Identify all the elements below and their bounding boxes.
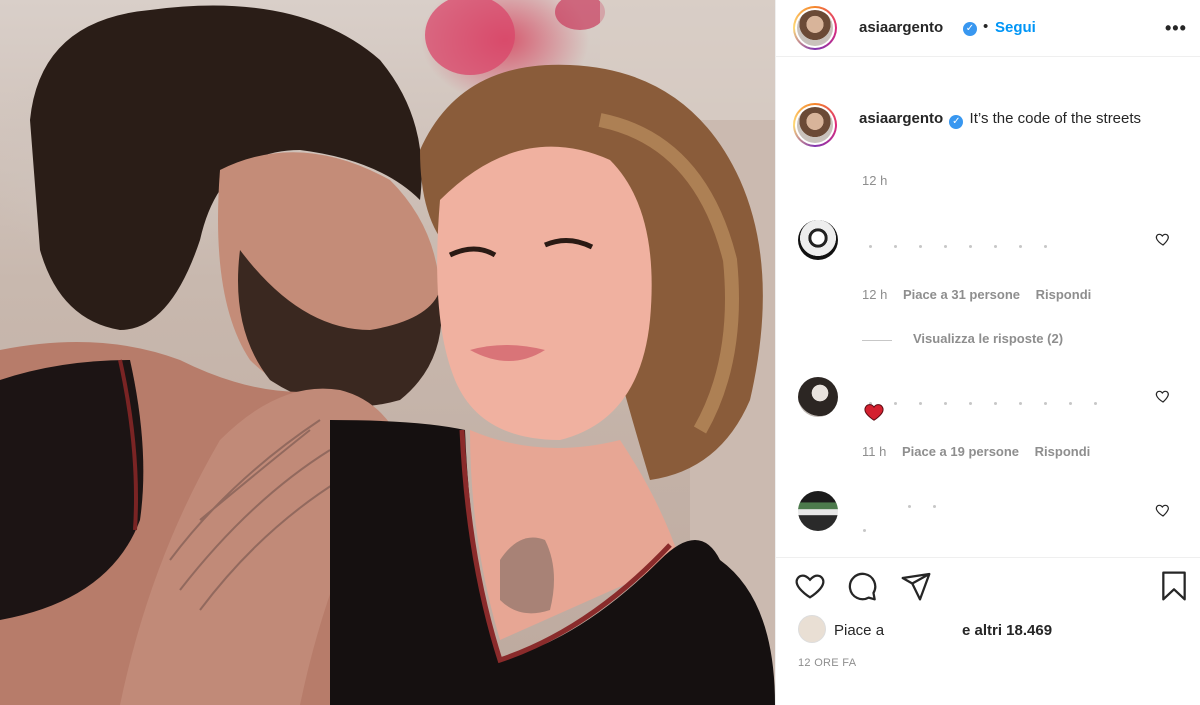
- reply-button[interactable]: Rispondi: [1036, 287, 1092, 302]
- comment-like-heart-icon[interactable]: [1155, 502, 1171, 518]
- caption-username[interactable]: asiaargento: [859, 110, 943, 127]
- photo-illustration: [0, 0, 775, 705]
- comment-text-hidden: [908, 495, 958, 508]
- comment-likes[interactable]: Piace a 31 persone: [903, 287, 1020, 302]
- comment-text-hidden: [863, 519, 888, 532]
- replies-divider: [862, 340, 892, 341]
- author-username[interactable]: asiaargento: [859, 19, 943, 36]
- comment-text-hidden: [869, 392, 1119, 405]
- comment-icon[interactable]: [846, 570, 878, 602]
- author-avatar[interactable]: [793, 6, 837, 50]
- post-sidebar: asiaargento ✓ • Segui ••• asiaargento ✓ …: [775, 0, 1200, 705]
- liked-count[interactable]: e altri 18.469: [962, 622, 1052, 639]
- post-photo[interactable]: [0, 0, 775, 705]
- comment-avatar[interactable]: [798, 220, 838, 260]
- share-icon[interactable]: [900, 570, 932, 602]
- caption: asiaargento ✓ It’s the code of the stree…: [859, 108, 1159, 130]
- header-separator: •: [983, 18, 989, 35]
- view-replies-button[interactable]: Visualizza le risposte (2): [913, 331, 1063, 346]
- caption-avatar[interactable]: [793, 103, 837, 147]
- comment-avatar[interactable]: [798, 377, 838, 417]
- post-actions: Piace a e altri 18.469 12 ORE FA: [776, 557, 1200, 705]
- comment-text-hidden: [869, 235, 1069, 248]
- verified-icon: ✓: [963, 22, 977, 36]
- heart-icon[interactable]: [794, 570, 826, 602]
- verified-icon: ✓: [949, 115, 964, 129]
- reply-button[interactable]: Rispondi: [1035, 444, 1091, 459]
- follow-button[interactable]: Segui: [995, 19, 1036, 36]
- liked-prefix: Piace a: [834, 622, 885, 639]
- comment-likes[interactable]: Piace a 19 persone: [902, 444, 1019, 459]
- comment-meta: 12 h Piace a 31 persone Rispondi: [862, 287, 1091, 302]
- more-icon[interactable]: •••: [1165, 18, 1187, 39]
- caption-text: It’s the code of the streets: [969, 110, 1142, 127]
- comment-time: 11 h: [862, 444, 887, 459]
- comment-like-heart-icon[interactable]: [1155, 388, 1171, 404]
- red-heart-emoji-icon: [864, 404, 884, 421]
- comment-time: 12 h: [862, 287, 888, 302]
- caption-time: 12 h: [862, 173, 888, 188]
- post-header: asiaargento ✓ • Segui •••: [776, 0, 1200, 57]
- bookmark-icon[interactable]: [1158, 570, 1190, 602]
- liked-by-avatar[interactable]: [798, 615, 826, 643]
- comment-like-heart-icon[interactable]: [1155, 231, 1171, 247]
- post-timestamp: 12 ORE FA: [798, 657, 857, 669]
- comment-meta: 11 h Piace a 19 persone Rispondi: [862, 444, 1090, 459]
- comment-avatar[interactable]: [798, 491, 838, 531]
